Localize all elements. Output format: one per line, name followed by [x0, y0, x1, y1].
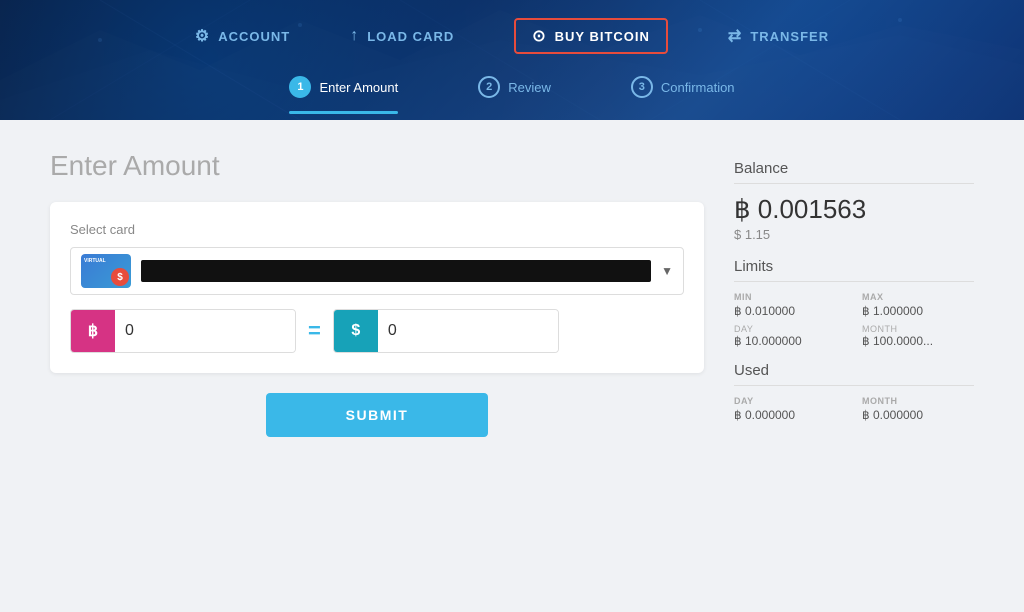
- usd-input-group: $: [333, 309, 559, 353]
- form-card: Select card $ ▼ ฿ = $: [50, 202, 704, 373]
- used-month-header: MONTH: [862, 396, 974, 406]
- nav-account-label: ACCOUNT: [218, 29, 290, 44]
- month-header: MONTH: [862, 324, 974, 334]
- min-val: ฿ 0.010000: [734, 304, 846, 318]
- used-day-col: DAY ฿ 0.000000: [734, 396, 846, 422]
- card-select-dropdown[interactable]: $ ▼: [70, 247, 684, 295]
- usd-symbol: $: [351, 322, 360, 340]
- btc-symbol: ฿: [88, 321, 98, 341]
- balance-btc: ฿ 0.001563: [734, 194, 974, 225]
- chevron-down-icon: ▼: [661, 264, 673, 278]
- right-panel: Balance ฿ 0.001563 $ 1.15 Limits MIN ฿ 0…: [734, 150, 974, 582]
- nav-load-card-label: LOAD CARD: [367, 29, 454, 44]
- day-col: DAY ฿ 10.000000: [734, 324, 846, 348]
- min-header: MIN: [734, 292, 846, 302]
- load-card-icon: ↑: [350, 27, 359, 45]
- max-col: MAX ฿ 1.000000: [862, 292, 974, 318]
- step-1-number: 1: [289, 76, 311, 98]
- btc-prefix: ฿: [71, 310, 115, 352]
- nav-bar: ⚙ ACCOUNT ↑ LOAD CARD ⊙ BUY BITCOIN ⇄ TR…: [0, 0, 1024, 54]
- submit-button[interactable]: SUBMIT: [266, 393, 489, 437]
- max-val: ฿ 1.000000: [862, 304, 974, 318]
- nav-transfer[interactable]: ⇄ TRANSFER: [728, 26, 829, 46]
- btc-input-group: ฿: [70, 309, 296, 353]
- main-content: Enter Amount Select card $ ▼ ฿ =: [0, 120, 1024, 612]
- step-3-number: 3: [631, 76, 653, 98]
- limits-grid: MIN ฿ 0.010000 MAX ฿ 1.000000 DAY ฿ 10.0…: [734, 292, 974, 348]
- select-card-label: Select card: [70, 222, 684, 237]
- day-val: ฿ 10.000000: [734, 334, 846, 348]
- steps-bar: 1 Enter Amount 2 Review 3 Confirmation: [0, 54, 1024, 106]
- day-header: DAY: [734, 324, 846, 334]
- buy-bitcoin-icon: ⊙: [532, 26, 546, 46]
- step-2-label: Review: [508, 80, 551, 95]
- step-1-label: Enter Amount: [319, 80, 398, 95]
- header: ⚙ ACCOUNT ↑ LOAD CARD ⊙ BUY BITCOIN ⇄ TR…: [0, 0, 1024, 120]
- step-3-label: Confirmation: [661, 80, 735, 95]
- nav-transfer-label: TRANSFER: [750, 29, 829, 44]
- btc-amount-input[interactable]: [115, 310, 295, 352]
- min-col: MIN ฿ 0.010000: [734, 292, 846, 318]
- step-2-number: 2: [478, 76, 500, 98]
- used-grid: DAY ฿ 0.000000 MONTH ฿ 0.000000: [734, 396, 974, 422]
- usd-prefix: $: [334, 310, 378, 352]
- used-divider: [734, 385, 974, 386]
- transfer-icon: ⇄: [728, 26, 742, 46]
- card-dollar-icon: $: [111, 268, 129, 286]
- month-val: ฿ 100.0000...: [862, 334, 974, 348]
- used-day-header: DAY: [734, 396, 846, 406]
- used-day-val: ฿ 0.000000: [734, 408, 846, 422]
- limits-divider: [734, 281, 974, 282]
- balance-usd: $ 1.15: [734, 227, 974, 242]
- nav-buy-bitcoin-label: BUY BITCOIN: [555, 29, 650, 44]
- submit-section: SUBMIT: [50, 393, 704, 437]
- equals-sign: =: [308, 318, 321, 344]
- amount-row: ฿ = $: [70, 309, 684, 353]
- account-icon: ⚙: [195, 26, 210, 46]
- limits-title: Limits: [734, 258, 974, 275]
- card-number-masked: [141, 260, 651, 282]
- card-image: $: [81, 254, 131, 288]
- usd-amount-input[interactable]: [378, 310, 558, 352]
- balance-divider: [734, 183, 974, 184]
- nav-buy-bitcoin[interactable]: ⊙ BUY BITCOIN: [514, 18, 668, 54]
- month-col: MONTH ฿ 100.0000...: [862, 324, 974, 348]
- nav-account[interactable]: ⚙ ACCOUNT: [195, 26, 290, 46]
- used-month-col: MONTH ฿ 0.000000: [862, 396, 974, 422]
- used-month-val: ฿ 0.000000: [862, 408, 974, 422]
- left-panel: Enter Amount Select card $ ▼ ฿ =: [50, 150, 704, 582]
- step-review[interactable]: 2 Review: [478, 76, 551, 106]
- page-title: Enter Amount: [50, 150, 704, 182]
- balance-title: Balance: [734, 160, 974, 177]
- step-confirmation[interactable]: 3 Confirmation: [631, 76, 735, 106]
- step-enter-amount[interactable]: 1 Enter Amount: [289, 76, 398, 106]
- nav-load-card[interactable]: ↑ LOAD CARD: [350, 27, 454, 45]
- max-header: MAX: [862, 292, 974, 302]
- used-title: Used: [734, 362, 974, 379]
